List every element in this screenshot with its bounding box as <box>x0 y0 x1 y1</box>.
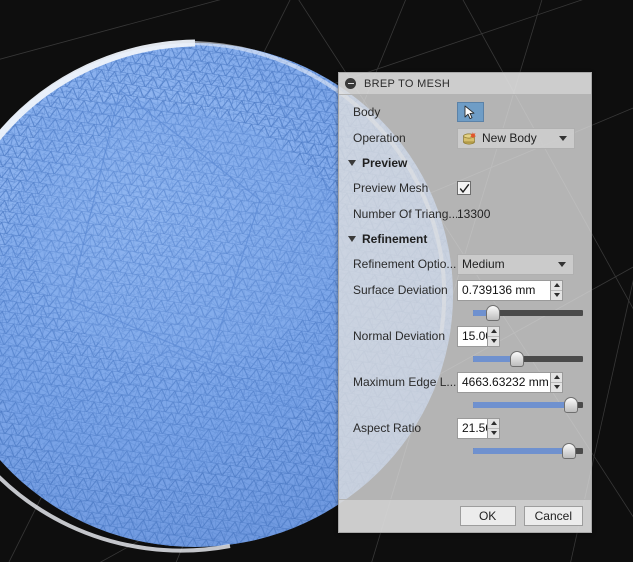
spinner-up-icon[interactable] <box>551 281 562 291</box>
slider-value-0[interactable]: 0.739136 mm <box>457 279 550 301</box>
slider-handle-3[interactable] <box>561 443 576 459</box>
slider-track-row-2 <box>339 395 591 415</box>
slider-2[interactable] <box>473 397 583 413</box>
slider-number-field-2[interactable]: 4663.63232 mm <box>457 371 563 393</box>
chevron-down-icon[interactable] <box>558 261 566 267</box>
slider-track-row-0 <box>339 303 591 323</box>
spinner-arrows-icon[interactable] <box>550 279 563 301</box>
slider-label-0: Surface Deviation <box>353 283 448 297</box>
checkmark-icon <box>459 183 469 193</box>
body-label: Body <box>353 105 381 119</box>
section-refinement[interactable]: Refinement <box>339 227 591 251</box>
preview-mesh-checkbox[interactable] <box>457 181 471 195</box>
spinner-down-icon[interactable] <box>488 337 499 346</box>
slider-fill-2 <box>473 402 571 408</box>
slider-fill-3 <box>473 448 569 454</box>
slider-0[interactable] <box>473 305 583 321</box>
slider-1[interactable] <box>473 351 583 367</box>
triangles-value: 13300 <box>457 207 491 221</box>
refinement-option-value: Medium <box>462 257 505 271</box>
chevron-down-icon[interactable] <box>559 135 567 141</box>
dialog-title: BREP TO MESH <box>364 77 451 90</box>
slider-label-1: Normal Deviation <box>353 329 446 343</box>
row-slider-3: Aspect Ratio 21.50 <box>339 415 591 441</box>
slider-label-2: Maximum Edge L... <box>353 375 457 389</box>
row-slider-2: Maximum Edge L... 4663.63232 mm <box>339 369 591 395</box>
operation-label: Operation <box>353 131 406 145</box>
slider-number-field-0[interactable]: 0.739136 mm <box>457 279 563 301</box>
spinner-up-icon[interactable] <box>551 373 562 383</box>
refinement-sliders: Surface Deviation 0.739136 mm Normal Devia… <box>339 277 591 461</box>
row-refinement-option: Refinement Optio... Medium <box>339 251 591 277</box>
triangle-down-icon[interactable] <box>348 160 356 166</box>
cursor-arrow-glyph <box>464 105 475 119</box>
dialog-body: Body Operation New Body Preview Preview … <box>339 95 591 461</box>
slider-handle-1[interactable] <box>510 351 524 367</box>
row-slider-1: Normal Deviation 15.00 <box>339 323 591 349</box>
slider-handle-0[interactable] <box>485 305 500 321</box>
slider-value-1[interactable]: 15.00 <box>457 325 487 347</box>
slider-number-field-3[interactable]: 21.50 <box>457 417 500 439</box>
triangles-label: Number Of Triang... <box>353 207 457 221</box>
refinement-option-dropdown[interactable]: Medium <box>457 253 574 275</box>
spinner-up-icon[interactable] <box>488 327 499 337</box>
ok-button[interactable]: OK <box>459 506 516 526</box>
row-preview-mesh: Preview Mesh <box>339 175 591 201</box>
dialog-title-bar[interactable]: BREP TO MESH <box>339 73 591 95</box>
spinner-down-icon[interactable] <box>488 429 499 438</box>
new-body-cylinder-icon <box>462 131 477 145</box>
operation-dropdown[interactable]: New Body <box>457 127 575 149</box>
spinner-down-icon[interactable] <box>551 291 562 300</box>
brep-to-mesh-dialog[interactable]: BREP TO MESH Body Operation New Body Pre… <box>338 72 592 533</box>
slider-track-row-1 <box>339 349 591 369</box>
row-triangle-count: Number Of Triang... 13300 <box>339 201 591 227</box>
preview-section-title: Preview <box>362 156 408 170</box>
slider-number-field-1[interactable]: 15.00 <box>457 325 500 347</box>
spinner-up-icon[interactable] <box>488 419 499 429</box>
slider-handle-2[interactable] <box>563 397 578 413</box>
operation-value: New Body <box>482 131 537 145</box>
slider-label-3: Aspect Ratio <box>353 421 422 435</box>
triangle-down-icon[interactable] <box>348 236 356 242</box>
minus-circle-icon[interactable] <box>345 78 356 89</box>
dialog-footer: OK Cancel <box>339 499 591 532</box>
spinner-down-icon[interactable] <box>551 383 562 392</box>
refinement-section-title: Refinement <box>362 232 428 246</box>
spinner-arrows-icon[interactable] <box>550 371 563 393</box>
cancel-button[interactable]: Cancel <box>523 506 583 526</box>
slider-3[interactable] <box>473 443 583 459</box>
cursor-select-icon[interactable] <box>457 102 484 122</box>
row-operation: Operation New Body <box>339 125 591 151</box>
slider-track-row-3 <box>339 441 591 461</box>
spinner-arrows-icon[interactable] <box>487 417 500 439</box>
slider-value-2[interactable]: 4663.63232 mm <box>457 371 550 393</box>
refinement-option-label: Refinement Optio... <box>353 257 457 271</box>
slider-value-3[interactable]: 21.50 <box>457 417 487 439</box>
row-body: Body <box>339 99 591 125</box>
spinner-arrows-icon[interactable] <box>487 325 500 347</box>
preview-mesh-label: Preview Mesh <box>353 181 429 195</box>
cylinder-glyph <box>463 132 476 145</box>
row-slider-0: Surface Deviation 0.739136 mm <box>339 277 591 303</box>
section-preview[interactable]: Preview <box>339 151 591 175</box>
